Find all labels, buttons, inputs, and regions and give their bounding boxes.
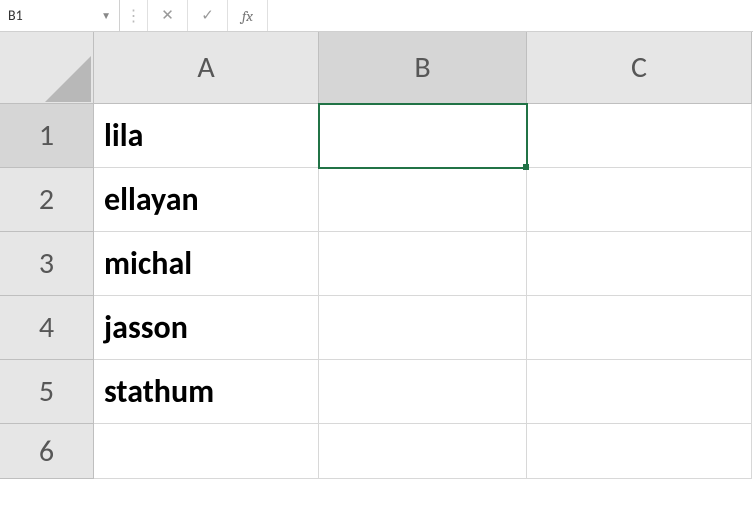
formula-input[interactable] [268,0,753,31]
column-header-B[interactable]: B [319,32,527,104]
check-icon: ✓ [201,6,214,25]
cell-B6[interactable] [319,424,527,479]
cell-B2[interactable] [319,168,527,232]
row-header-4[interactable]: 4 [0,296,94,360]
fx-icon: fx [242,7,253,25]
cancel-icon: ✕ [161,6,174,25]
cell-A6[interactable] [94,424,319,479]
cell-C1[interactable] [527,104,752,168]
cell-B3[interactable] [319,232,527,296]
cell-C2[interactable] [527,168,752,232]
cell-A1[interactable]: lila [94,104,319,168]
row-header-5[interactable]: 5 [0,360,94,424]
column-headers: A B C [0,32,753,104]
cancel-button[interactable]: ✕ [148,0,188,31]
cell-A4[interactable]: jasson [94,296,319,360]
name-box-value: B1 [8,7,97,24]
row-header-1[interactable]: 1 [0,104,94,168]
cell-B1[interactable] [319,104,527,168]
formula-bar: B1 ▼ ⋮ ✕ ✓ fx [0,0,753,32]
cell-B5[interactable] [319,360,527,424]
name-box[interactable]: B1 ▼ [0,0,120,31]
cell-C3[interactable] [527,232,752,296]
cell-B4[interactable] [319,296,527,360]
cell-A5[interactable]: stathum [94,360,319,424]
spreadsheet-grid: A B C 1 2 3 4 5 6 lila ellayan michal [0,32,753,479]
select-all-triangle-icon [45,56,91,102]
cells-area: lila ellayan michal jasson stathum [94,104,752,479]
column-header-C[interactable]: C [527,32,752,104]
enter-button[interactable]: ✓ [188,0,228,31]
row-header-2[interactable]: 2 [0,168,94,232]
cell-C5[interactable] [527,360,752,424]
row-header-6[interactable]: 6 [0,424,94,479]
cell-A2[interactable]: ellayan [94,168,319,232]
cell-C6[interactable] [527,424,752,479]
cell-C4[interactable] [527,296,752,360]
select-all-corner[interactable] [0,32,94,104]
row-headers: 1 2 3 4 5 6 [0,104,94,479]
cell-A3[interactable]: michal [94,232,319,296]
insert-function-button[interactable]: fx [228,0,268,31]
row-header-3[interactable]: 3 [0,232,94,296]
column-header-A[interactable]: A [94,32,319,104]
chevron-down-icon[interactable]: ▼ [97,9,111,22]
drag-handle-icon[interactable]: ⋮ [120,0,148,31]
